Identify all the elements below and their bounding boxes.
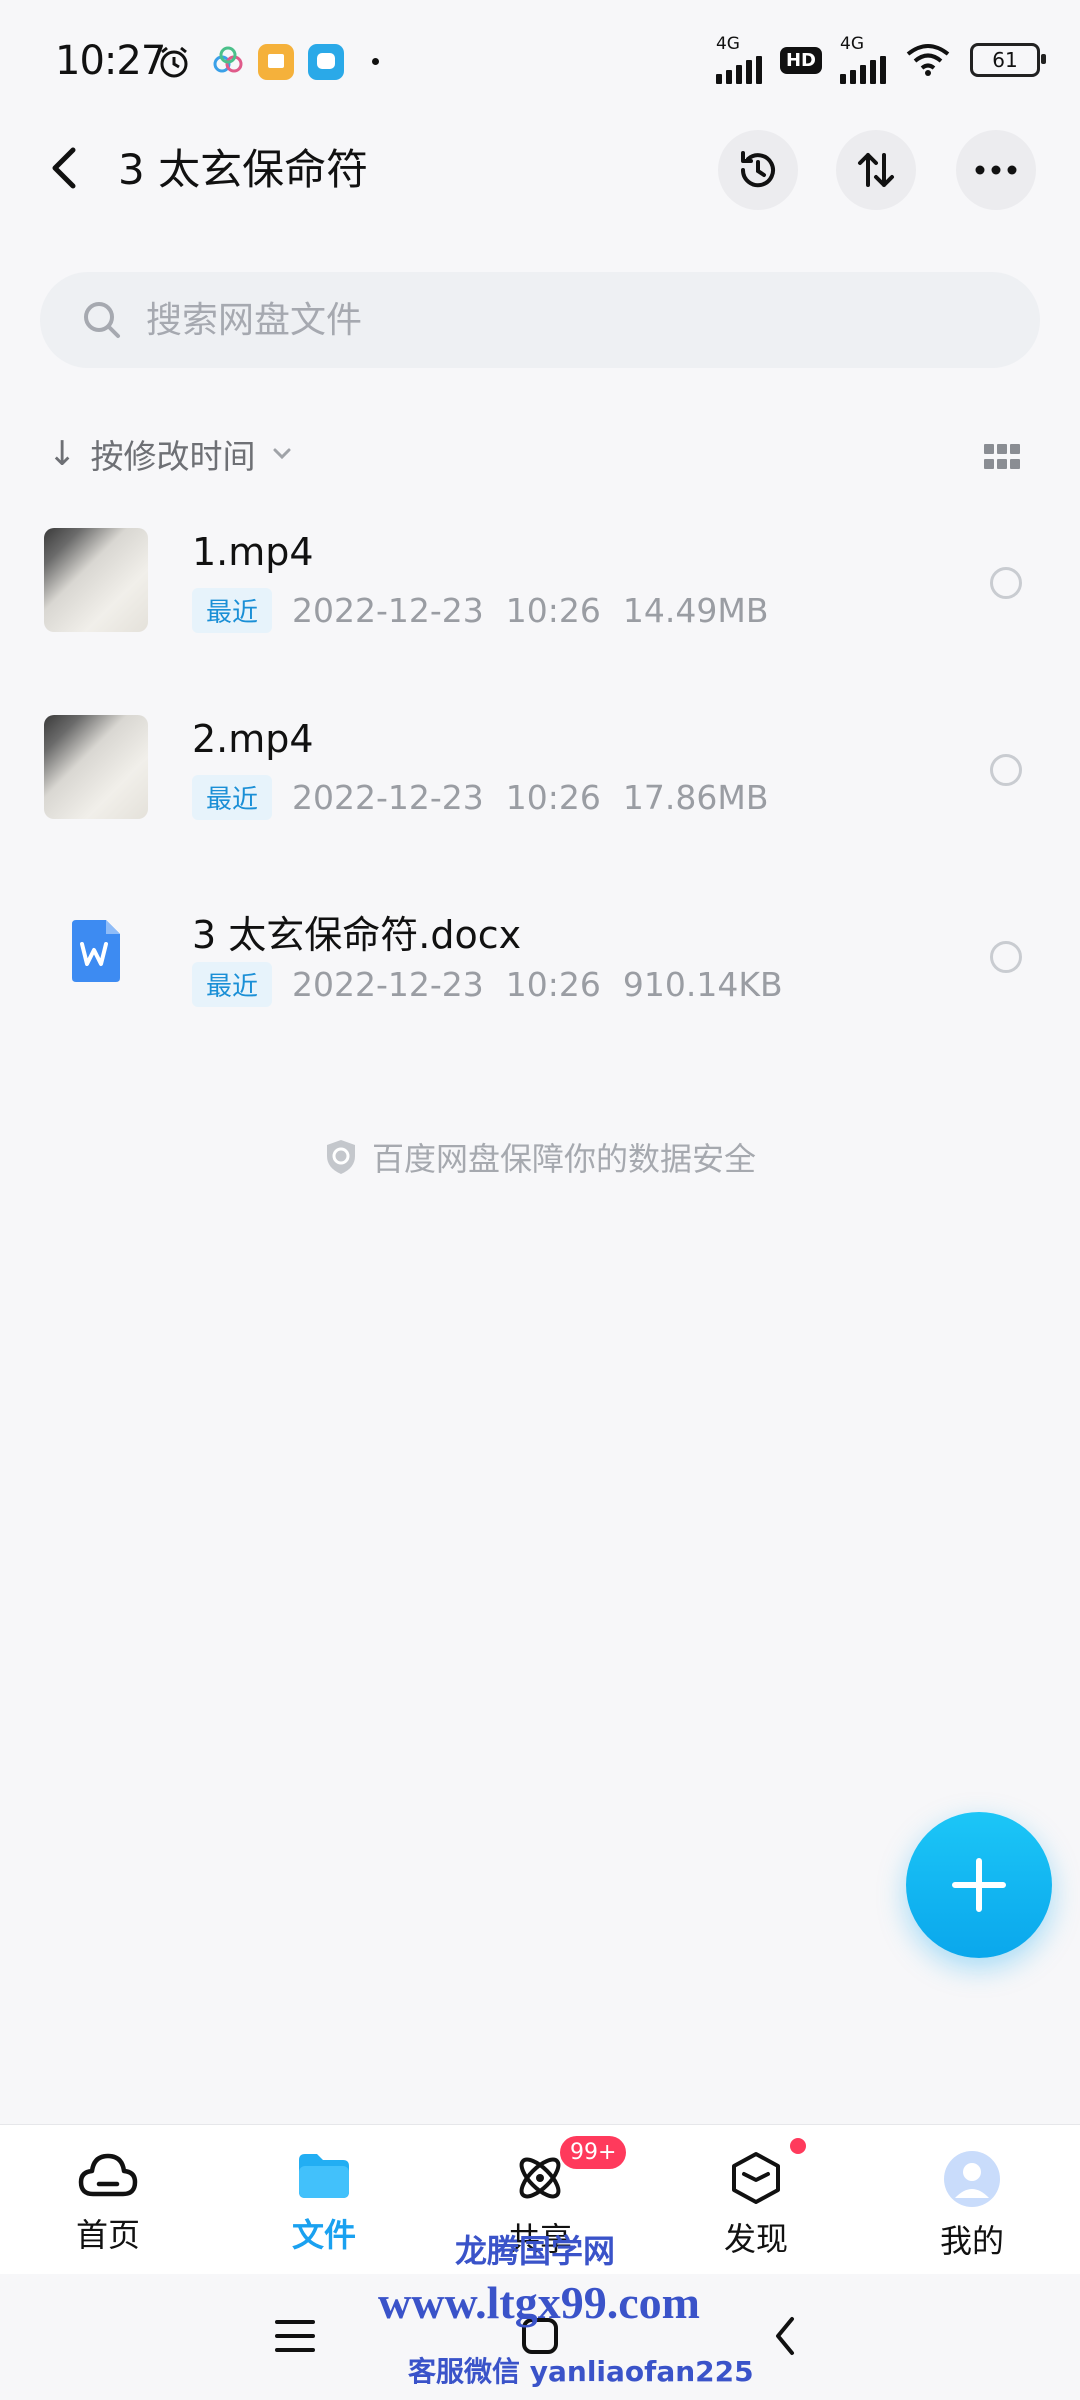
file-date: 2022-12-23 <box>292 965 484 1004</box>
chevron-down-icon <box>272 442 292 467</box>
add-button[interactable] <box>906 1812 1052 1958</box>
notes-app-icon <box>258 44 294 80</box>
watermark-url: www.ltgx99.com <box>378 2277 700 2328</box>
alarm-icon <box>156 44 192 80</box>
grid-view-icon[interactable] <box>984 444 1020 470</box>
history-icon <box>740 151 775 188</box>
tab-label: 首页 <box>75 2216 140 2254</box>
select-radio[interactable] <box>990 754 1022 786</box>
tab-label: 文件 <box>291 2216 356 2254</box>
network-label-1: 4G <box>715 34 740 54</box>
signal-icon-1 <box>715 52 762 84</box>
word-document-icon <box>68 920 124 984</box>
tab-label: 发现 <box>723 2220 788 2258</box>
chevron-left-icon <box>52 147 76 189</box>
file-name: 1.mp4 <box>192 530 314 574</box>
select-radio[interactable] <box>990 567 1022 599</box>
cloud-icon <box>78 2153 138 2197</box>
notification-badge: 99+ <box>560 2136 627 2169</box>
file-time: 10:26 <box>505 965 601 1004</box>
sort-label: 按修改时间 <box>90 437 256 476</box>
battery-level: 61 <box>992 48 1018 72</box>
plus-icon <box>952 1858 1006 1912</box>
file-time: 10:26 <box>505 778 601 817</box>
menu-icon <box>275 2320 315 2352</box>
file-name: 2.mp4 <box>192 717 314 761</box>
status-time: 10:27 <box>55 38 166 84</box>
file-meta: 最近 2022-12-23 10:26 910.14KB <box>192 962 805 1007</box>
security-text: 百度网盘保障你的数据安全 <box>371 1140 756 1178</box>
transfer-arrows-icon <box>858 153 894 187</box>
cube-icon <box>732 2152 780 2204</box>
video-thumbnail <box>44 715 148 819</box>
search-bar[interactable] <box>40 272 1040 368</box>
recent-tag: 最近 <box>192 962 273 1007</box>
folder-icon <box>299 2154 349 2198</box>
file-meta: 最近 2022-12-23 10:26 14.49MB <box>192 588 791 633</box>
video-thumbnail <box>44 528 148 632</box>
wifi-icon <box>906 44 950 76</box>
back-button[interactable] <box>38 138 90 198</box>
menu-nav-button[interactable] <box>250 2300 340 2372</box>
file-size: 17.86MB <box>622 778 769 817</box>
tab-me[interactable]: 我的 <box>892 2150 1052 2262</box>
file-row[interactable]: 3 太玄保命符.docx 最近 2022-12-23 10:26 910.14KB <box>0 864 1080 1044</box>
select-radio[interactable] <box>990 941 1022 973</box>
file-size: 910.14KB <box>622 965 783 1004</box>
recent-tag: 最近 <box>192 588 273 633</box>
battery-icon: 61 <box>970 43 1046 77</box>
file-name: 3 太玄保命符.docx <box>192 913 522 957</box>
watermark-contact: 客服微信 yanliaofan225 <box>408 2355 754 2388</box>
back-arrow-icon <box>776 2317 794 2355</box>
status-indicators: 4G HD 4G 61 <box>715 34 1046 84</box>
search-icon <box>78 296 126 344</box>
file-row[interactable]: 1.mp4 最近 2022-12-23 10:26 14.49MB <box>0 490 1080 670</box>
tab-label: 我的 <box>939 2222 1004 2260</box>
avatar-icon <box>944 2151 1000 2207</box>
network-label-2: 4G <box>840 34 864 54</box>
security-note: 百度网盘保障你的数据安全 <box>0 1134 1080 1180</box>
file-date: 2022-12-23 <box>292 591 484 630</box>
message-app-icon <box>308 44 344 80</box>
app-notification-icon <box>210 44 246 80</box>
file-meta: 最近 2022-12-23 10:26 17.86MB <box>192 775 791 820</box>
search-input[interactable] <box>144 298 998 342</box>
signal-icon-2 <box>840 52 886 84</box>
hd-voice-badge: HD <box>779 46 822 74</box>
arrow-down-icon: ↓ <box>48 434 77 474</box>
sort-selector[interactable]: ↓ 按修改时间 <box>48 430 292 478</box>
more-button[interactable] <box>956 130 1036 210</box>
history-button[interactable] <box>718 130 798 210</box>
watermark-title: 龙腾国学网 <box>455 2232 616 2270</box>
file-time: 10:26 <box>505 591 601 630</box>
file-date: 2022-12-23 <box>292 778 484 817</box>
shield-icon <box>326 1140 355 1174</box>
new-content-dot <box>790 2138 806 2154</box>
tab-home[interactable]: 首页 <box>28 2150 188 2256</box>
transfer-button[interactable] <box>836 130 916 210</box>
more-notifications-dot <box>372 58 379 65</box>
tab-files[interactable]: 文件 <box>244 2150 404 2256</box>
tab-discover[interactable]: 发现 <box>676 2150 836 2260</box>
file-row[interactable]: 2.mp4 最近 2022-12-23 10:26 17.86MB <box>0 677 1080 857</box>
page-title: 3 太玄保命符 <box>118 145 369 194</box>
recent-tag: 最近 <box>192 775 273 820</box>
more-dots-icon <box>975 165 1017 175</box>
file-size: 14.49MB <box>622 591 769 630</box>
